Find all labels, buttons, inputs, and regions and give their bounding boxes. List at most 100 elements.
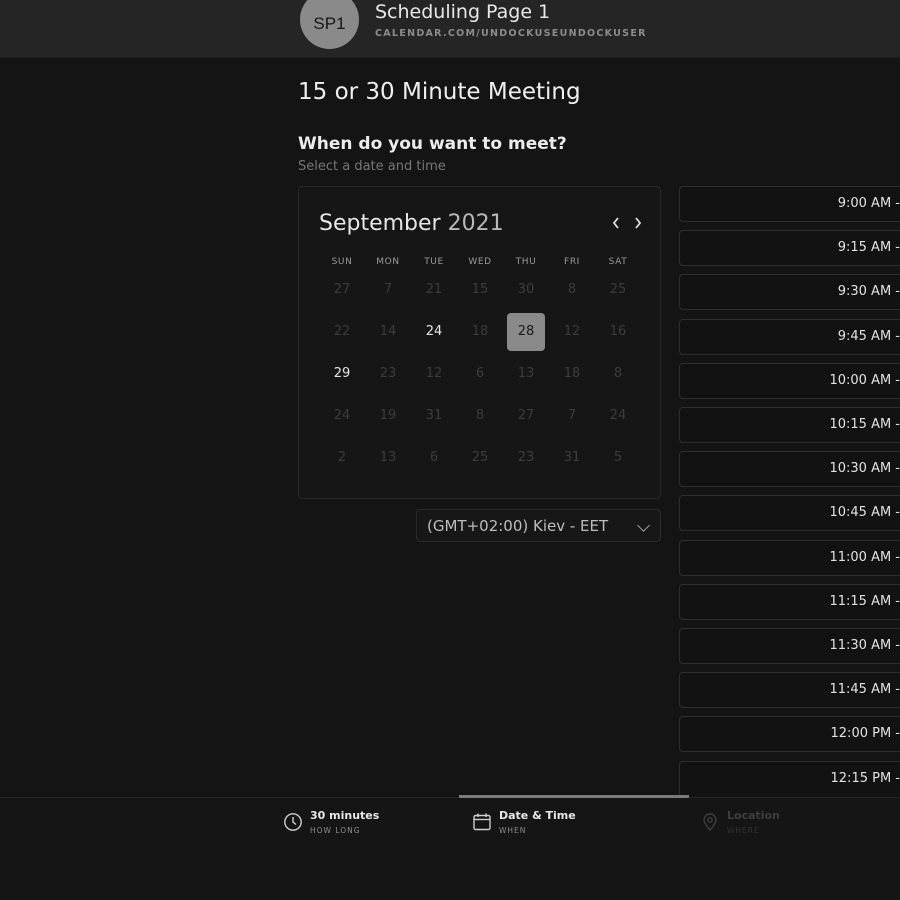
meeting-title: 15 or 30 Minute Meeting	[298, 79, 581, 105]
weekday-label: SAT	[608, 257, 628, 267]
prev-month-button[interactable]	[607, 213, 625, 233]
timezone-select[interactable]: (GMT+02:00) Kiev - EET	[416, 509, 661, 542]
avatar: SP1	[300, 0, 359, 49]
calendar-day: 5	[613, 450, 623, 465]
time-slot-label: 9:45 AM -	[837, 328, 900, 344]
time-slot-label: 12:15 PM -	[830, 770, 900, 786]
time-slot-button[interactable]: 10:15 AM -	[679, 407, 900, 443]
header-url[interactable]: CALENDAR.COM/UNDOCKUSEUNDOCKUSER	[375, 28, 647, 39]
calendar-day: 15	[471, 282, 489, 297]
question-subtitle: Select a date and time	[298, 159, 446, 174]
time-slot-button[interactable]: 12:00 PM -	[679, 716, 900, 753]
calendar-day: 25	[471, 450, 489, 465]
calendar-day[interactable]: 24	[415, 313, 453, 351]
chevron-right-icon	[635, 217, 642, 229]
step-subtitle: WHERE	[727, 826, 760, 835]
weekday-label: FRI	[564, 257, 580, 267]
calendar-day: 8	[613, 366, 623, 381]
calendar-day: 31	[563, 450, 581, 465]
time-slot-button[interactable]: 11:15 AM -	[679, 583, 900, 620]
weekday-label: THU	[515, 257, 537, 267]
next-month-button[interactable]	[629, 213, 647, 233]
step-title: 30 minutes	[310, 809, 380, 822]
time-slot-label: 12:00 PM -	[830, 726, 900, 742]
time-slot-button[interactable]: 11:00 AM -	[679, 539, 900, 576]
calendar-day: 19	[379, 408, 397, 423]
clock-icon	[284, 813, 302, 831]
calendar-day: 22	[333, 324, 351, 339]
progress-footer: 30 minutes HOW LONG Date & Time WHEN Loc…	[0, 795, 900, 900]
calendar-day: 2	[337, 450, 347, 465]
step-title: Date & Time	[499, 809, 576, 822]
timezone-value: (GMT+02:00) Kiev - EET	[427, 517, 609, 535]
time-slot-label: 11:15 AM -	[829, 593, 900, 609]
question-heading: When do you want to meet?	[298, 134, 567, 154]
calendar-day: 12	[425, 366, 443, 381]
calendar-day: 27	[517, 408, 535, 423]
time-slot-label: 10:00 AM -	[829, 372, 900, 388]
time-slot-button[interactable]: 11:30 AM -	[679, 628, 900, 664]
time-slot-label: 10:30 AM -	[829, 461, 900, 477]
calendar-day: 23	[379, 366, 397, 381]
time-slot-button[interactable]: 9:45 AM -	[679, 318, 900, 355]
time-slot-label: 11:00 AM -	[829, 549, 900, 565]
calendar-day: 13	[517, 366, 535, 381]
calendar-day: 8	[567, 282, 577, 297]
calendar-day-selected[interactable]: 28	[507, 313, 545, 351]
calendar-day: 27	[333, 282, 351, 297]
calendar-day: 24	[333, 408, 351, 423]
page-header: SP1 Scheduling Page 1 CALENDAR.COM/UNDOC…	[0, 0, 900, 58]
time-slot-list: 9:00 AM - 9:15 AM - 9:30 AM - 9:45 AM - 10:0…	[679, 186, 900, 796]
calendar-day: 14	[379, 324, 397, 339]
chevron-left-icon	[612, 217, 619, 229]
calendar-year: 2021	[447, 211, 504, 236]
weekday-label: MON	[376, 257, 400, 267]
weekday-label: SUN	[331, 257, 353, 267]
header-title: Scheduling Page 1	[375, 1, 551, 23]
scheduling-page: SP1 Scheduling Page 1 CALENDAR.COM/UNDOC…	[0, 0, 900, 900]
time-slot-button[interactable]: 10:00 AM -	[679, 362, 900, 399]
time-slot-label: 9:30 AM -	[837, 284, 900, 300]
time-slot-label: 11:30 AM -	[829, 638, 900, 653]
calendar-day: 6	[429, 450, 439, 465]
time-slot-label: 10:45 AM -	[829, 505, 900, 521]
calendar-day: 8	[475, 408, 485, 423]
time-slot-label: 11:45 AM -	[829, 682, 900, 698]
weekday-label: WED	[468, 257, 492, 267]
calendar-day: 25	[609, 282, 627, 297]
time-slot-button[interactable]: 12:15 PM -	[679, 760, 900, 796]
time-slot-label: 9:00 AM -	[837, 196, 900, 211]
time-slot-button[interactable]: 9:00 AM -	[679, 186, 900, 222]
step-subtitle: WHEN	[499, 826, 527, 835]
time-slot-label: 10:15 AM -	[829, 417, 900, 432]
calendar-day: 12	[563, 324, 581, 339]
step-title: Location	[727, 809, 780, 822]
calendar-month: September	[319, 211, 441, 236]
time-slot-label: 9:15 AM -	[837, 240, 900, 256]
calendar-day: 23	[517, 450, 535, 465]
calendar-day: 31	[425, 408, 443, 423]
time-slot-button[interactable]: 9:30 AM -	[679, 274, 900, 311]
chevron-down-icon	[637, 519, 650, 532]
step-subtitle: HOW LONG	[310, 826, 361, 835]
calendar-day: 18	[471, 324, 489, 339]
calendar-day: 7	[383, 282, 393, 297]
calendar-icon	[473, 813, 491, 831]
calendar-day: 21	[425, 282, 443, 297]
weekday-label: TUE	[424, 257, 444, 267]
time-slot-button[interactable]: 11:45 AM -	[679, 672, 900, 709]
time-slot-button[interactable]: 10:45 AM -	[679, 495, 900, 532]
calendar-day: 7	[567, 408, 577, 423]
time-slot-button[interactable]: 9:15 AM -	[679, 230, 900, 267]
calendar-day: 6	[475, 366, 485, 381]
calendar-card: September 2021 SUN MON TUE WED THU FRI SAT 27 7…	[298, 186, 661, 499]
calendar-month-year: September 2021	[319, 211, 504, 236]
calendar-day: 16	[609, 324, 627, 339]
calendar-day[interactable]: 29	[323, 355, 361, 393]
calendar-day: 30	[517, 282, 535, 297]
active-step-indicator	[459, 795, 689, 798]
calendar-day: 18	[563, 366, 581, 381]
map-pin-icon	[703, 813, 717, 832]
time-slot-button[interactable]: 10:30 AM -	[679, 451, 900, 488]
calendar-day: 13	[379, 450, 397, 465]
